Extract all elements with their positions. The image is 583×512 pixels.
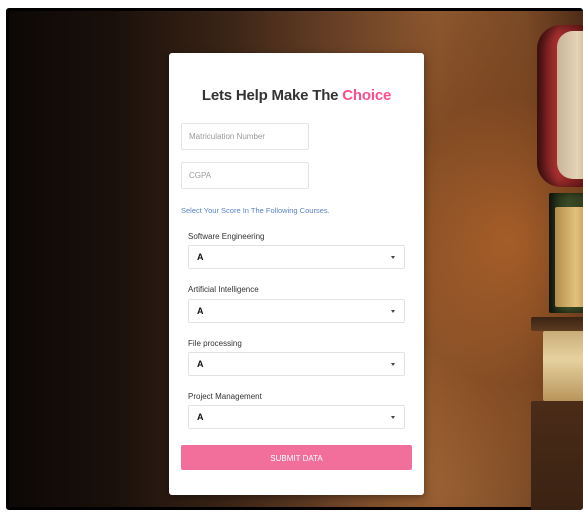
form-title: Lets Help Make The Choice <box>169 87 424 104</box>
artificial-intelligence-select[interactable]: A <box>188 299 405 323</box>
select-value: A <box>197 412 204 422</box>
book-illustration <box>555 207 583 307</box>
file-processing-select[interactable]: A <box>188 352 405 376</box>
book-illustration <box>531 317 583 331</box>
course-label-project-management: Project Management <box>188 392 262 401</box>
title-accent-text: Choice <box>342 87 392 104</box>
select-value: A <box>197 359 204 369</box>
matriculation-number-input[interactable] <box>181 123 309 150</box>
submit-data-button[interactable]: SUBMIT DATA <box>181 445 412 470</box>
select-value: A <box>197 306 204 316</box>
title-main-text: Lets Help Make The <box>201 87 343 104</box>
software-engineering-select[interactable]: A <box>188 245 405 269</box>
select-value: A <box>197 252 204 262</box>
caret-down-icon <box>391 363 395 366</box>
course-label-file-processing: File processing <box>188 339 242 348</box>
instruction-text: Select Your Score In The Following Cours… <box>181 206 330 215</box>
cgpa-input[interactable] <box>181 162 309 189</box>
project-management-select[interactable]: A <box>188 405 405 429</box>
caret-down-icon <box>391 416 395 419</box>
book-illustration <box>531 401 583 510</box>
form-card: Lets Help Make The Choice Select Your Sc… <box>169 53 424 495</box>
caret-down-icon <box>391 256 395 259</box>
book-illustration <box>543 331 583 401</box>
caret-down-icon <box>391 310 395 313</box>
course-label-software-engineering: Software Engineering <box>188 232 265 241</box>
book-illustration <box>557 31 583 179</box>
course-label-artificial-intelligence: Artificial Intelligence <box>188 285 259 294</box>
